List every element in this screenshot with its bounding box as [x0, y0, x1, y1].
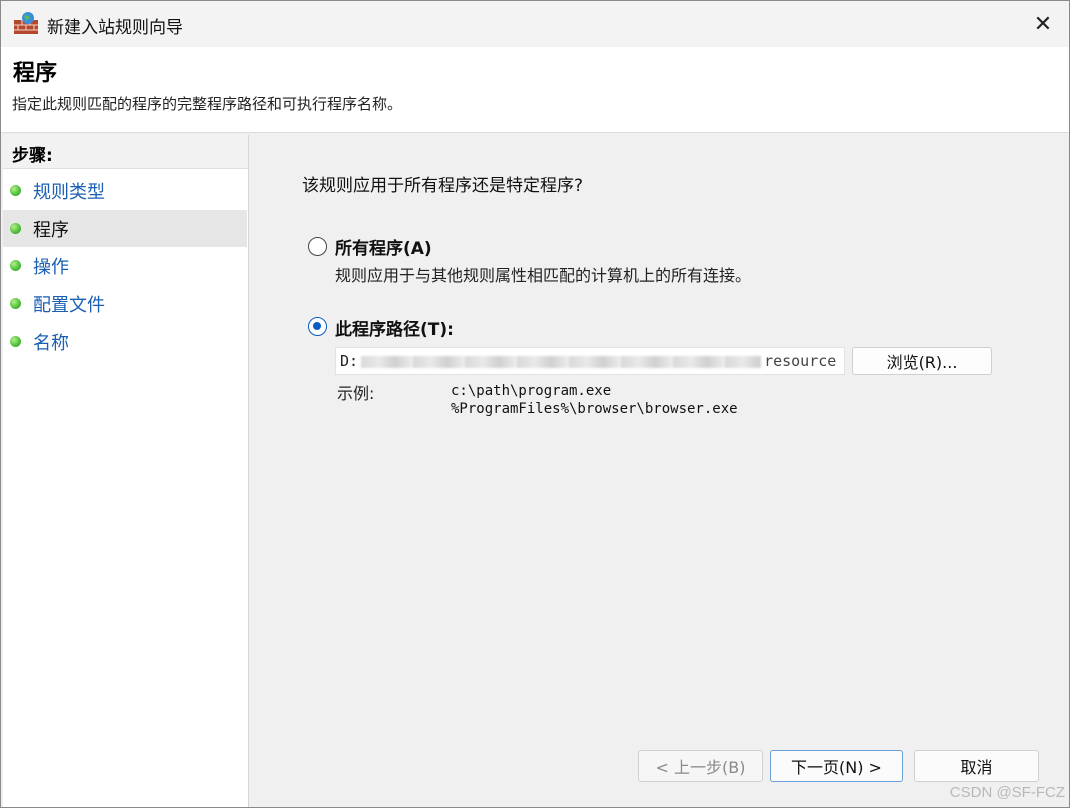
next-button[interactable]: 下一页(N) > [770, 750, 903, 782]
cancel-button[interactable]: 取消 [914, 750, 1039, 782]
watermark: CSDN @SF-FCZ [949, 784, 1065, 801]
browse-button[interactable]: 浏览(R)... [852, 347, 992, 375]
step-program[interactable]: 程序 [3, 210, 247, 247]
step-rule-type[interactable]: 规则类型 [3, 172, 247, 209]
step-status-icon [10, 336, 21, 347]
program-path-label[interactable]: 此程序路径(T): [335, 315, 454, 340]
steps-sidebar: 步骤: 规则类型 程序 操作 配置文件 名称 [3, 135, 249, 807]
step-label: 配置文件 [33, 294, 105, 316]
wizard-window: 新建入站规则向导 ✕ 程序 指定此规则匹配的程序的完整程序路径和可执行程序名称。… [0, 0, 1070, 808]
main-panel: 该规则应用于所有程序还是特定程序? 所有程序(A) 规则应用于与其他规则属性相匹… [251, 135, 1069, 807]
all-programs-description: 规则应用于与其他规则属性相匹配的计算机上的所有连接。 [335, 266, 752, 285]
path-value-suffix: resource [764, 352, 837, 370]
step-label: 名称 [33, 332, 69, 354]
scope-question: 该规则应用于所有程序还是特定程序? [302, 176, 584, 196]
step-status-icon [10, 223, 21, 234]
program-path-input[interactable]: D: resource [335, 347, 845, 375]
program-path-radio[interactable] [308, 317, 327, 336]
page-header: 程序 指定此规则匹配的程序的完整程序路径和可执行程序名称。 [1, 47, 1069, 133]
all-programs-radio[interactable] [308, 237, 327, 256]
step-status-icon [10, 260, 21, 271]
step-name[interactable]: 名称 [3, 323, 247, 360]
window-title: 新建入站规则向导 [47, 18, 183, 38]
all-programs-label[interactable]: 所有程序(A) [335, 234, 432, 259]
step-action[interactable]: 操作 [3, 247, 247, 284]
page-title: 程序 [13, 61, 58, 86]
close-button[interactable]: ✕ [1017, 1, 1069, 47]
example-label: 示例: [337, 384, 375, 403]
example-path-2: %ProgramFiles%\browser\browser.exe [451, 401, 738, 417]
title-bar[interactable]: 新建入站规则向导 ✕ [1, 1, 1069, 47]
close-icon: ✕ [1033, 11, 1053, 37]
step-label: 操作 [33, 256, 69, 278]
step-label: 规则类型 [33, 181, 105, 203]
step-profile[interactable]: 配置文件 [3, 285, 247, 322]
firewall-icon [14, 12, 38, 34]
step-label: 程序 [33, 219, 69, 241]
step-status-icon [10, 185, 21, 196]
page-description: 指定此规则匹配的程序的完整程序路径和可执行程序名称。 [12, 95, 403, 113]
steps-heading: 步骤: [3, 135, 248, 169]
example-path-1: c:\path\program.exe [451, 383, 612, 399]
redacted-path-segment [361, 355, 762, 368]
back-button[interactable]: < 上一步(B) [638, 750, 763, 782]
path-value-prefix: D: [340, 352, 359, 370]
step-status-icon [10, 298, 21, 309]
